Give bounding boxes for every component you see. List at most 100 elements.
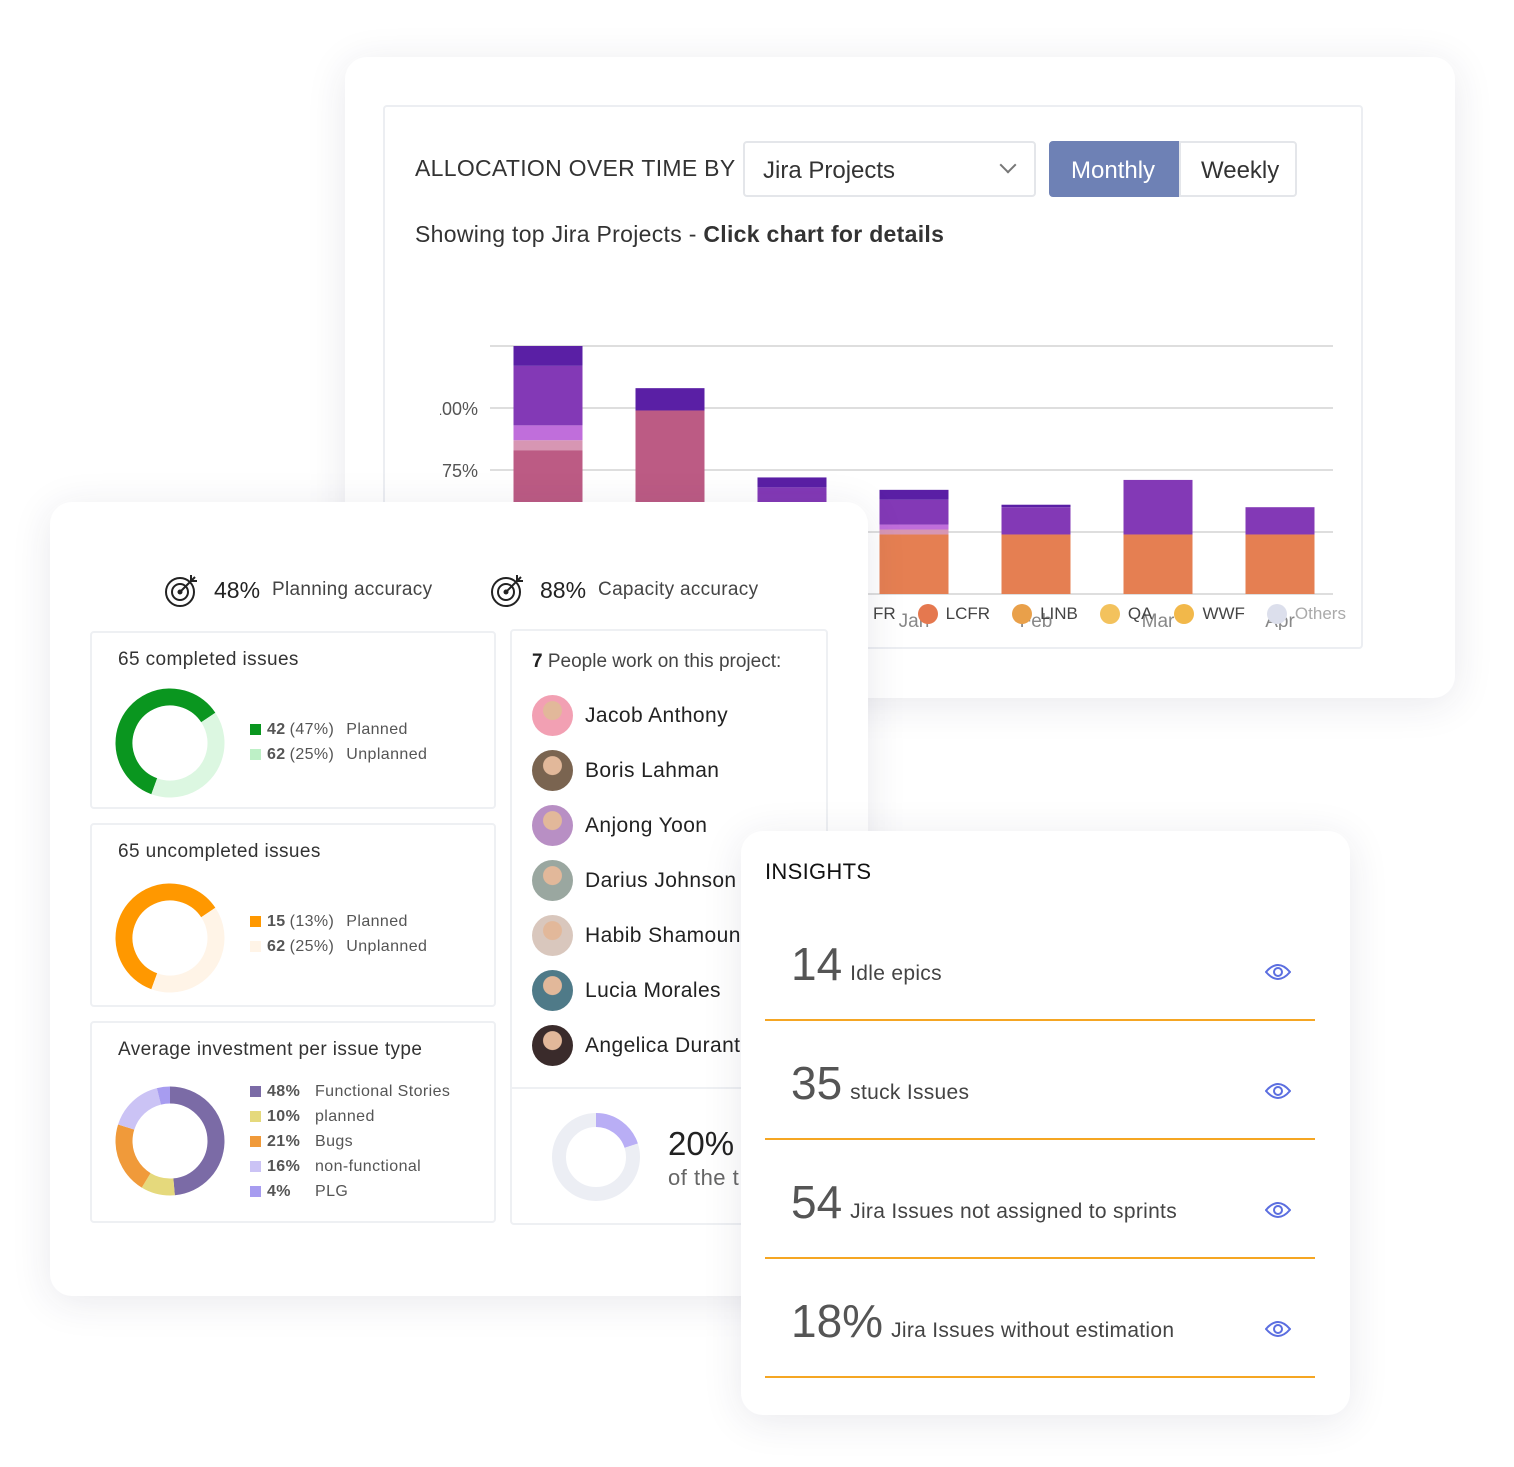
count: 62: [267, 745, 286, 763]
workload-pct: 20%: [668, 1125, 735, 1162]
legend-dot: [1099, 604, 1120, 624]
legend-swatch: [250, 1161, 261, 1172]
legend-planned: 15 (13%) Planned: [250, 909, 427, 934]
pct: (25%): [289, 745, 335, 763]
legend-item[interactable]: LINB: [1012, 604, 1078, 624]
label: non-functional: [315, 1157, 422, 1175]
bar-segment[interactable]: [879, 534, 949, 594]
legend-swatch: [250, 941, 261, 952]
person-item[interactable]: Lucia Morales: [532, 970, 721, 1011]
count: 62: [267, 937, 286, 955]
y-tick-label: 75%: [442, 461, 478, 481]
bar-segment[interactable]: [513, 365, 583, 426]
person-item[interactable]: Angelica Durant: [532, 1025, 740, 1066]
planning-accuracy: 48% Planning accuracy: [164, 572, 432, 608]
bar-segment[interactable]: [1123, 479, 1193, 535]
weekly-toggle[interactable]: Weekly: [1179, 141, 1297, 197]
avatar: [532, 750, 573, 791]
legend-item: 4% PLG: [250, 1179, 450, 1204]
bar-segment[interactable]: [513, 346, 583, 366]
insight-label: stuck Issues: [850, 1081, 970, 1104]
legend-item[interactable]: WWF: [1174, 604, 1245, 624]
target-icon: [165, 575, 197, 607]
uncompleted-issues-box: 65 uncompleted issues 15 (13%) Planned 62(…: [90, 823, 496, 1007]
bar-segment[interactable]: [635, 388, 705, 411]
bar-segment[interactable]: [1245, 534, 1315, 594]
completed-title: 65 completed issues: [118, 649, 299, 670]
avatar: [532, 860, 573, 901]
legend-swatch: [250, 1086, 261, 1097]
workload-donut: [552, 1113, 640, 1201]
uncompleted-title: 65 uncompleted issues: [118, 841, 321, 862]
dropdown-value: Jira Projects: [763, 157, 896, 184]
people-heading: 7 People work on this project:: [532, 651, 781, 673]
eye-icon[interactable]: [1265, 1320, 1291, 1338]
count: 42: [267, 720, 286, 738]
insights-title: INSIGHTS: [765, 859, 872, 884]
person-item[interactable]: Jacob Anthony: [532, 695, 728, 736]
bar-segment[interactable]: [757, 477, 827, 488]
eye-icon[interactable]: [1265, 1082, 1291, 1100]
completed-donut: [115, 688, 225, 798]
person-item[interactable]: Boris Lahman: [532, 750, 719, 791]
person-name: Anjong Yoon: [585, 813, 708, 837]
bar-segment[interactable]: [879, 499, 949, 525]
bar-segment[interactable]: [1001, 504, 1071, 508]
bar-segment[interactable]: [879, 524, 949, 530]
legend-item[interactable]: Others: [1266, 604, 1346, 624]
insights-card: INSIGHTS 14 Idle epics 35 stuck Issues 54 Jir…: [741, 831, 1350, 1415]
legend-label: LCFR: [945, 604, 991, 623]
person-name: Jacob Anthony: [585, 703, 728, 727]
eye-icon[interactable]: [1265, 1201, 1291, 1219]
pct: 4%: [267, 1182, 291, 1200]
label: Unplanned: [346, 745, 428, 763]
legend-dot: [917, 604, 938, 624]
person-item[interactable]: Darius Johnson: [532, 860, 737, 901]
avatar: [532, 1025, 573, 1066]
legend-label: QA: [1127, 604, 1153, 623]
pct: (13%): [289, 912, 335, 930]
bar-segment[interactable]: [1001, 534, 1071, 594]
person-name: Darius Johnson: [585, 868, 737, 892]
legend-unplanned: 62 (25%) Unplanned: [250, 742, 427, 767]
bar-segment[interactable]: [879, 529, 949, 535]
bar-segment[interactable]: [1001, 507, 1071, 535]
legend-item: 16% non-functional: [250, 1154, 450, 1179]
bar-segment[interactable]: [1245, 507, 1315, 535]
insight-row: 14 Idle epics: [765, 902, 1315, 1021]
pct: (25%): [289, 937, 335, 955]
chart-subtitle: Showing top Jira Projects - Click chart …: [415, 221, 944, 248]
investment-title: Average investment per issue type: [118, 1039, 423, 1060]
person-name: Boris Lahman: [585, 758, 720, 782]
insight-value: 14 Idle epics: [791, 938, 942, 990]
investment-box: Average investment per issue type 48% Fun…: [90, 1021, 496, 1223]
group-by-dropdown[interactable]: Jira Projects: [743, 141, 1036, 197]
target-icon: [491, 575, 523, 607]
monthly-toggle[interactable]: Monthly: [1049, 141, 1179, 197]
bar-segment[interactable]: [635, 410, 705, 505]
legend-item[interactable]: QA: [1099, 604, 1153, 624]
legend-label: Others: [1294, 604, 1346, 623]
bar-segment[interactable]: [513, 440, 583, 451]
legend-item[interactable]: FR: [873, 604, 896, 624]
investment-donut: [115, 1086, 225, 1196]
label: Unplanned: [346, 937, 428, 955]
bar-segment[interactable]: [1123, 534, 1193, 594]
legend-item: 48% Functional Stories: [250, 1079, 450, 1104]
pct: 10%: [267, 1107, 301, 1125]
eye-icon[interactable]: [1265, 963, 1291, 981]
bar-segment[interactable]: [879, 489, 949, 500]
completed-legend: 42 (47%) Planned 62 (25%) Unplanned: [250, 717, 427, 767]
bar-segment[interactable]: [513, 425, 583, 441]
insight-value: 54 Jira Issues not assigned to sprints: [791, 1176, 1177, 1228]
legend-item[interactable]: LCFR: [917, 604, 991, 624]
chevron-down-icon: [999, 156, 1017, 174]
workload-caption: of the t: [668, 1165, 740, 1190]
insight-row: 18% Jira Issues without estimation: [765, 1259, 1315, 1378]
person-item[interactable]: Habib Shamoun: [532, 915, 741, 956]
label: Bugs: [315, 1132, 354, 1150]
avatar: [532, 915, 573, 956]
completed-issues-box: 65 completed issues 42 (47%) Planned 62 (25…: [90, 631, 496, 809]
legend-swatch: [250, 1186, 261, 1197]
person-item[interactable]: Anjong Yoon: [532, 805, 707, 846]
